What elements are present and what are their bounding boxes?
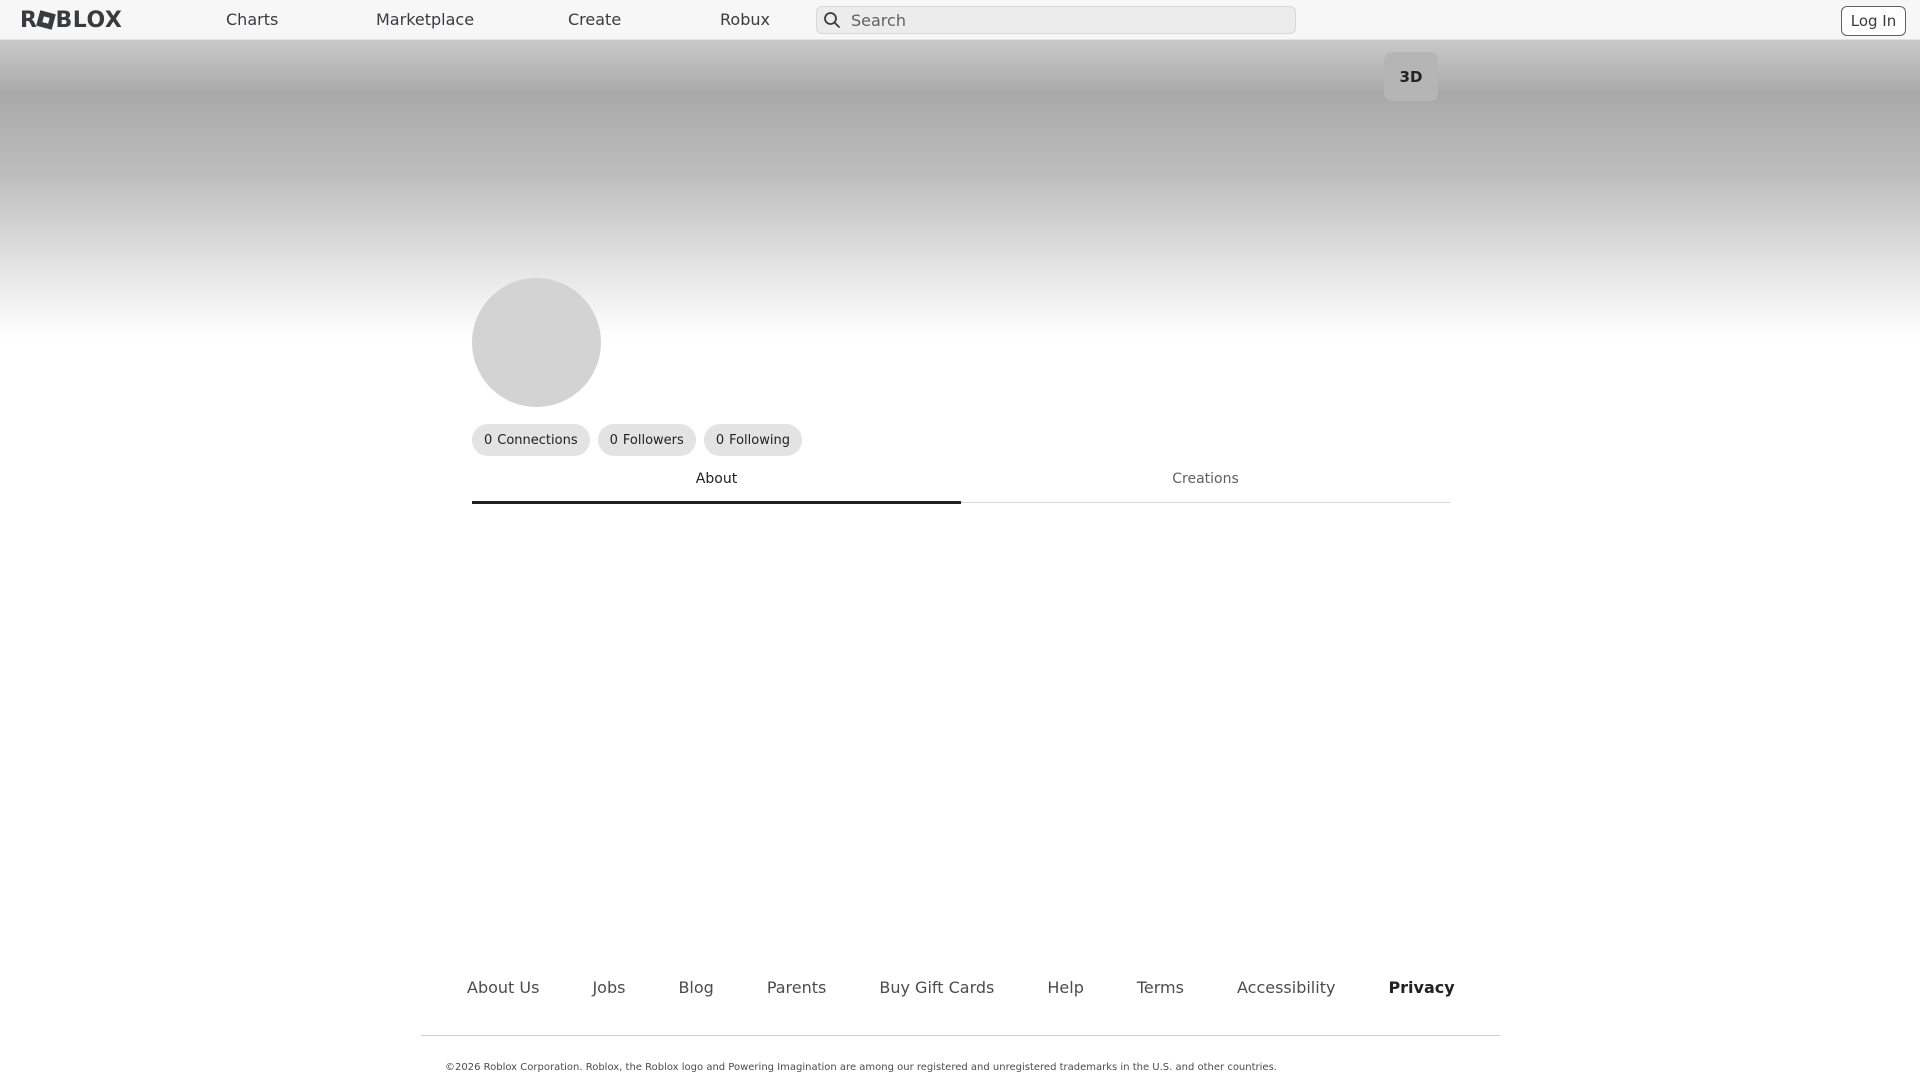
footer-links: About Us Jobs Blog Parents Buy Gift Card… <box>467 975 1455 999</box>
connections-stat-button[interactable]: 0 Connections <box>472 424 590 456</box>
followers-stat-button[interactable]: 0 Followers <box>597 424 696 456</box>
footer-link-terms[interactable]: Terms <box>1137 978 1184 997</box>
tab-about[interactable]: About <box>472 455 961 504</box>
nav-robux-link[interactable]: Robux <box>720 0 770 40</box>
footer-link-about-us[interactable]: About Us <box>467 978 539 997</box>
footer-link-jobs[interactable]: Jobs <box>592 978 625 997</box>
top-navigation-bar: R BLOX Charts Marketplace Create Robux Lo… <box>0 0 1920 40</box>
nav-charts-link[interactable]: Charts <box>226 0 278 40</box>
logo-letters-blox: BLOX <box>55 7 123 33</box>
avatar <box>472 278 601 407</box>
nav-marketplace-link[interactable]: Marketplace <box>376 0 474 40</box>
search-bar[interactable] <box>816 6 1296 34</box>
footer-link-accessibility[interactable]: Accessibility <box>1237 978 1335 997</box>
search-icon[interactable] <box>817 6 847 34</box>
profile-stats: 0 Connections 0 Followers 0 Following <box>472 424 802 456</box>
profile-tabs: About Creations <box>472 455 1450 504</box>
logo-o-mark-icon <box>36 10 57 30</box>
toggle-3d-view-button[interactable]: 3D <box>1384 52 1438 101</box>
followers-label: Followers <box>622 432 684 448</box>
following-stat-button[interactable]: 0 Following <box>703 424 802 456</box>
roblox-logo[interactable]: R BLOX <box>20 7 123 33</box>
copyright-text: ©2026 Roblox Corporation. Roblox, the Ro… <box>445 1062 1277 1073</box>
connections-count: 0 <box>484 432 493 448</box>
footer-link-help[interactable]: Help <box>1047 978 1083 997</box>
following-label: Following <box>729 432 790 448</box>
footer-link-parents[interactable]: Parents <box>767 978 827 997</box>
footer-link-blog[interactable]: Blog <box>678 978 713 997</box>
nav-create-link[interactable]: Create <box>568 0 621 40</box>
login-button[interactable]: Log In <box>1841 6 1906 36</box>
tab-creations[interactable]: Creations <box>961 455 1450 503</box>
logo-letter-r: R <box>20 7 38 33</box>
footer-link-privacy[interactable]: Privacy <box>1388 978 1454 997</box>
following-count: 0 <box>715 432 725 448</box>
followers-count: 0 <box>609 432 618 448</box>
footer-divider <box>421 1035 1500 1036</box>
footer-link-buy-gift-cards[interactable]: Buy Gift Cards <box>879 978 994 997</box>
search-input[interactable] <box>847 7 1295 33</box>
profile-banner <box>0 40 1920 340</box>
connections-label: Connections <box>497 432 578 448</box>
